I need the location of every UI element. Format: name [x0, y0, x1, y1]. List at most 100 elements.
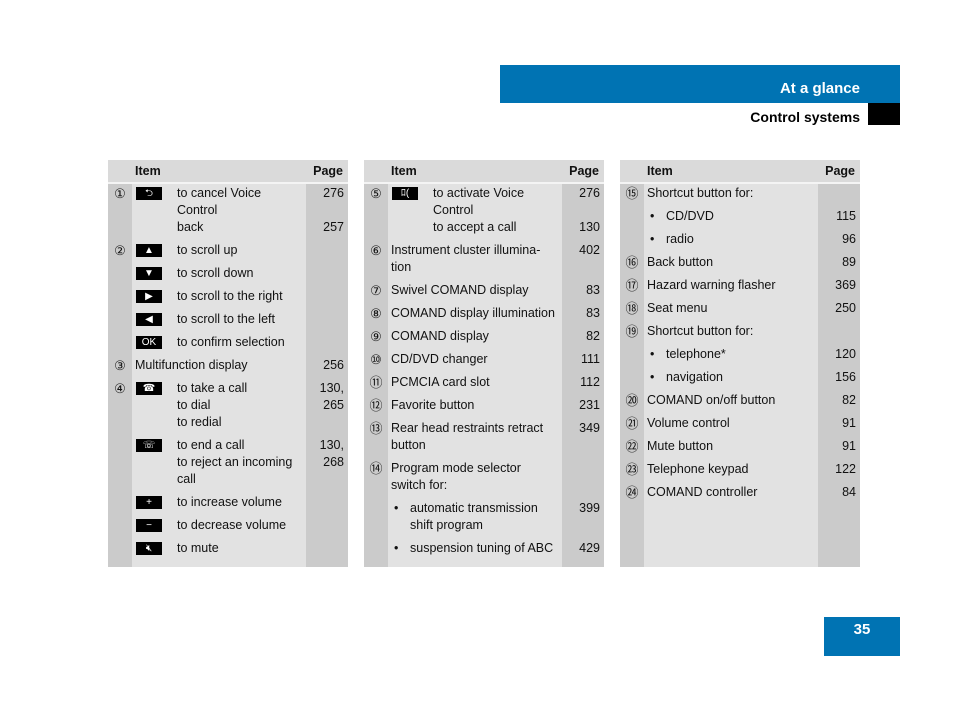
item-description: Hazard warning flasher [644, 277, 818, 294]
table-row: 🔇︎ to mute [108, 540, 348, 563]
header-page: Page [569, 164, 599, 178]
item-description: Shortcut button for: [644, 323, 818, 340]
page-reference: 130, 265 [306, 380, 348, 431]
item-description: CD/DVD [644, 208, 818, 225]
item-number: ① [114, 186, 126, 201]
table-row: ⑫ Favorite button 231 [364, 397, 604, 420]
page-line: 130, [319, 438, 344, 452]
icon-cell: + [132, 494, 174, 511]
item-description: to decrease volume [174, 517, 306, 534]
table-row: ⑬ Rear head restraints retract button 349 [364, 420, 604, 460]
section-marker [868, 103, 900, 125]
page-reference: 399 [562, 500, 604, 534]
table-row: automatic transmissionshift program 399 [364, 500, 604, 540]
items-table-1: Item Page ① ⮌ to cancel Voice Control back 276 2… [108, 160, 348, 567]
table-row: ▶ to scroll to the right [108, 288, 348, 311]
phone-pickup-icon: ☎ [136, 382, 162, 395]
page-reference: 82 [818, 392, 860, 409]
item-number: ㉔ [625, 485, 639, 500]
table-row: ⑤ ﾛ(to activate Voice Control to accept a c… [364, 185, 604, 242]
page-line: 115 [836, 209, 856, 223]
item-number: ⑲ [625, 324, 639, 339]
page-number: 35 [853, 621, 871, 638]
minus-icon: − [136, 519, 162, 532]
page-line: 96 [842, 232, 856, 246]
page-reference [562, 460, 604, 494]
description-line: Back button [647, 255, 714, 269]
page-reference: 83 [562, 282, 604, 299]
description-line: COMAND display [391, 329, 489, 343]
page-line: 402 [579, 243, 600, 257]
item-description: telephone* [644, 346, 818, 363]
page-line [306, 288, 344, 305]
item-number: ⑦ [370, 283, 382, 298]
item-description: to mute [174, 540, 306, 557]
page-line [818, 323, 856, 340]
item-description: to cancel Voice Control back [174, 185, 306, 236]
page-line: 82 [842, 393, 856, 407]
page-reference: 256 [306, 357, 348, 374]
item-number [620, 369, 644, 386]
icon-cell: ﾛ( [388, 185, 430, 236]
item-description: Favorite button [388, 397, 562, 414]
item-description: Instrument cluster illumina-tion [388, 242, 562, 276]
item-description: Seat menu [644, 300, 818, 317]
description-line: to redial [177, 415, 222, 429]
item-number [108, 288, 132, 305]
item-number: ⑳ [625, 393, 639, 408]
description-line: Mute button [647, 439, 714, 453]
page-reference: 429 [562, 540, 604, 557]
item-number: ⑭ [369, 461, 383, 476]
description-line: Program mode selector [391, 461, 521, 475]
page-reference: 276 257 [306, 185, 348, 236]
page-line [562, 477, 600, 494]
description-line: suspension tuning of ABC [394, 540, 562, 557]
page-line [306, 311, 344, 328]
description-line: Volume control [647, 416, 730, 430]
description-line: PCMCIA card slot [391, 375, 490, 389]
page-reference: 82 [562, 328, 604, 345]
header-page: Page [825, 164, 855, 178]
table-row: ㉓ Telephone keypad 122 [620, 461, 860, 484]
page-reference: 349 [562, 420, 604, 454]
page-reference: 156 [818, 369, 860, 386]
table-row: ⑪ PCMCIA card slot 112 [364, 374, 604, 397]
description-line: COMAND controller [647, 485, 758, 499]
voice-control-icon: ﾛ( [392, 187, 418, 200]
item-number: ⑩ [370, 352, 382, 367]
item-description: Back button [644, 254, 818, 271]
page-reference: 111 [562, 351, 604, 368]
table-row: ⑩ CD/DVD changer 111 [364, 351, 604, 374]
table-row: + to increase volume [108, 494, 348, 517]
icon-cell: ☎ [132, 380, 174, 431]
page-reference [818, 185, 860, 202]
table-row: ④ ☎ to take a call to dial to redial 130, 265 [108, 380, 348, 437]
description-line: to scroll down [177, 266, 254, 280]
item-description: to activate Voice Control to accept a call [430, 185, 562, 236]
table-row: ① ⮌ to cancel Voice Control back 276 257 [108, 185, 348, 242]
page-line: 250 [835, 301, 856, 315]
description-line: Shortcut button for: [647, 186, 754, 200]
item-description: COMAND display illumination [388, 305, 562, 322]
item-number: ② [114, 243, 126, 258]
item-number: ⑪ [369, 375, 383, 390]
icon-cell: ☏ [132, 437, 174, 488]
page-reference [306, 540, 348, 557]
page-line: 276 [323, 186, 344, 200]
item-number: ⑬ [369, 421, 383, 436]
table-row: ⑲ Shortcut button for: [620, 323, 860, 346]
item-description: Multifunction display [132, 357, 306, 374]
page-line: 130, [319, 381, 344, 395]
item-description: COMAND controller [644, 484, 818, 501]
item-description: to scroll to the right [174, 288, 306, 305]
item-number [108, 494, 132, 511]
page-line: 130 [579, 220, 600, 234]
table-row: ⑥ Instrument cluster illumina-tion 402 [364, 242, 604, 282]
description-line: Hazard warning flasher [647, 278, 776, 292]
icon-cell: ▼ [132, 265, 174, 282]
page-line: 111 [580, 352, 600, 366]
item-description: to scroll to the left [174, 311, 306, 328]
page-reference: 402 [562, 242, 604, 276]
item-description: COMAND on/off button [644, 392, 818, 409]
plus-icon: + [136, 496, 162, 509]
